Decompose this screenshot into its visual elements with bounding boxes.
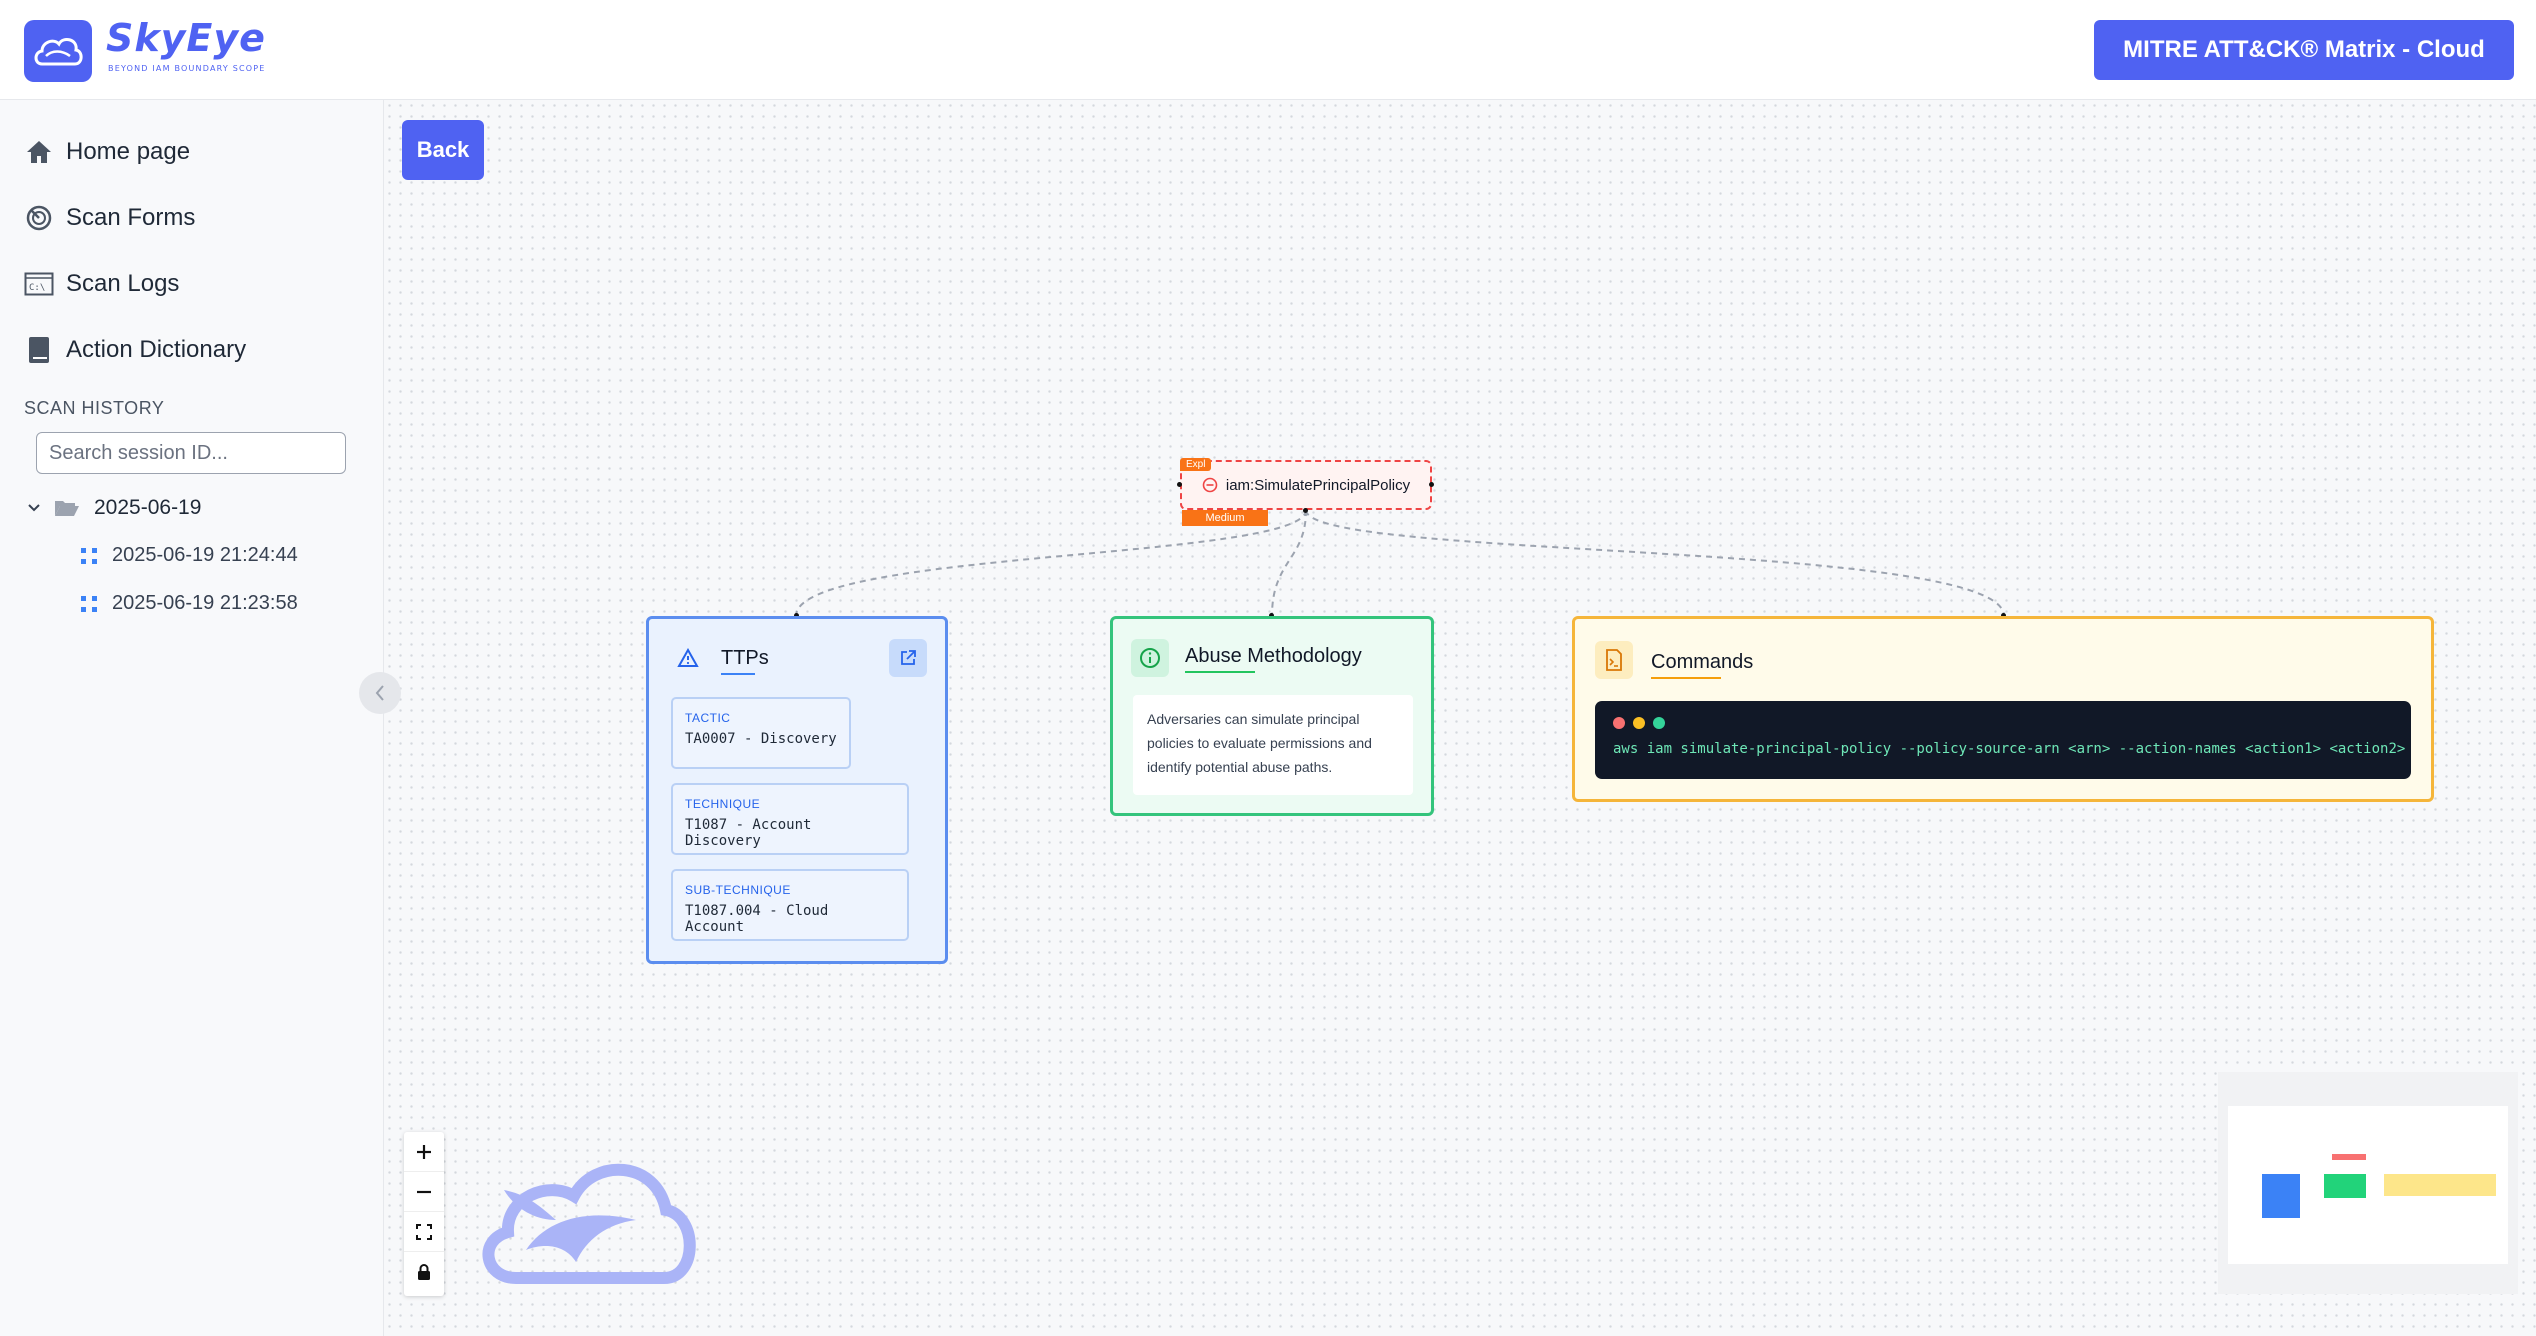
- abuse-methodology-card[interactable]: Abuse Methodology Adversaries can simula…: [1110, 616, 1434, 816]
- root-node[interactable]: iam:SimulatePrincipalPolicy: [1180, 460, 1432, 510]
- ttp-sub-technique-value: T1087.004 - Cloud Account: [685, 903, 829, 935]
- minus-circle-icon: [1202, 477, 1218, 493]
- node-handle[interactable]: [1177, 482, 1182, 487]
- ttp-tactic: TACTIC TA0007 - Discovery: [671, 697, 851, 769]
- edge-abuse: [1271, 509, 1307, 617]
- terminal-dot-green: [1653, 717, 1665, 729]
- plus-icon: [417, 1144, 431, 1159]
- minimap[interactable]: [2218, 1072, 2518, 1294]
- node-handle[interactable]: [1429, 482, 1434, 487]
- terminal-dot-red: [1613, 717, 1625, 729]
- script-icon: [1595, 641, 1633, 679]
- root-node-label: iam:SimulatePrincipalPolicy: [1225, 476, 1411, 494]
- commands-card[interactable]: Commands aws iam simulate-principal-poli…: [1572, 616, 2434, 802]
- root-node-tag: Expl: [1180, 458, 1212, 471]
- node-handle[interactable]: [1303, 508, 1308, 513]
- ttp-technique-label: TECHNIQUE: [685, 797, 761, 811]
- canvas-controls: [404, 1132, 444, 1296]
- ttp-tactic-label: TACTIC: [685, 711, 731, 725]
- warning-icon: [669, 639, 707, 677]
- zoom-out-button[interactable]: [404, 1172, 444, 1212]
- zoom-in-button[interactable]: [404, 1132, 444, 1172]
- ttp-tactic-value: TA0007 - Discovery: [685, 731, 837, 747]
- sidebar-collapse-button[interactable]: [359, 672, 401, 714]
- fit-view-icon: [416, 1223, 432, 1240]
- skyeye-watermark-icon: [482, 1163, 696, 1284]
- fit-view-button[interactable]: [404, 1212, 444, 1252]
- ttps-title: TTPs: [721, 647, 769, 675]
- minimap-root-node: [2332, 1154, 2366, 1160]
- ttp-sub-technique-label: SUB-TECHNIQUE: [685, 883, 791, 897]
- back-button[interactable]: Back: [402, 120, 484, 180]
- external-link-icon[interactable]: [889, 639, 927, 677]
- minimap-viewport: [2228, 1106, 2508, 1264]
- edge-commands: [1305, 509, 2005, 617]
- ttp-sub-technique: SUB-TECHNIQUE T1087.004 - Cloud Account: [671, 869, 909, 941]
- minimap-ttps-node: [2262, 1174, 2300, 1218]
- terminal-dot-yellow: [1633, 717, 1645, 729]
- chevron-left-icon: [375, 685, 384, 701]
- minus-icon: [417, 1190, 431, 1193]
- ttp-technique: TECHNIQUE T1087 - Account Discovery: [671, 783, 909, 855]
- command-terminal[interactable]: aws iam simulate-principal-policy --poli…: [1595, 701, 2411, 779]
- severity-badge: Medium: [1182, 510, 1268, 526]
- abuse-title: Abuse Methodology: [1185, 645, 1362, 673]
- minimap-abuse-node: [2324, 1174, 2366, 1198]
- ttps-card[interactable]: TTPs TACTIC TA0007 - Discovery TECHNIQUE…: [646, 616, 948, 964]
- info-icon: [1131, 639, 1169, 677]
- lock-icon: [418, 1264, 430, 1280]
- lock-button[interactable]: [404, 1252, 444, 1292]
- commands-title: Commands: [1651, 651, 1753, 679]
- ttp-technique-value: T1087 - Account Discovery: [685, 817, 812, 849]
- abuse-description: Adversaries can simulate principal polic…: [1133, 695, 1413, 795]
- minimap-commands-node: [2384, 1174, 2496, 1196]
- command-text[interactable]: aws iam simulate-principal-policy --poli…: [1613, 741, 2405, 757]
